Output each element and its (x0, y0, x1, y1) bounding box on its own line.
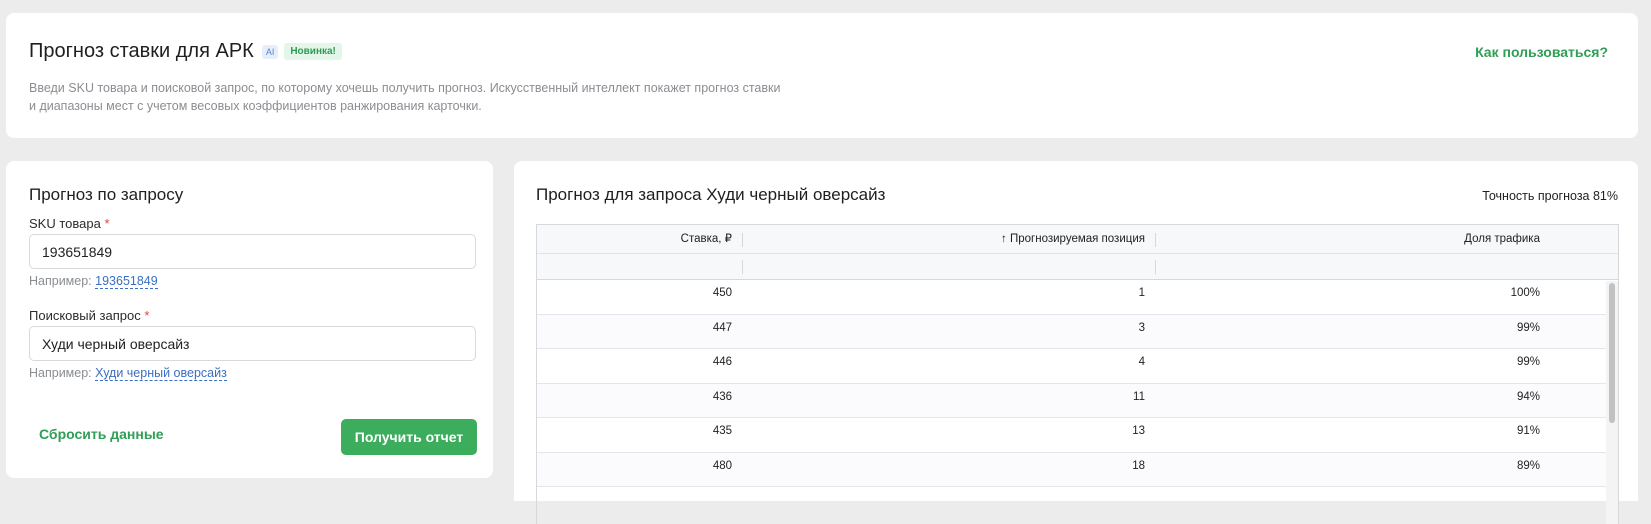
cell-position: 4 (1138, 356, 1145, 368)
table-row: 447 3 99% (537, 314, 1618, 349)
cell-traffic: 91% (1516, 425, 1540, 437)
cell-traffic: 94% (1516, 390, 1540, 403)
cell-bid: 446 (712, 356, 732, 368)
query-example-prefix: Например: (29, 366, 92, 380)
sku-example-link[interactable]: 193651849 (95, 274, 158, 289)
filter-separator (742, 260, 743, 274)
required-mark: * (144, 308, 150, 323)
cell-bid: 480 (712, 459, 732, 472)
query-label-text: Поисковый запрос (29, 308, 141, 323)
forecast-form-card: Прогноз по запросу SKU товара * Например… (6, 161, 493, 478)
help-link[interactable]: Как пользоваться? (1475, 44, 1608, 60)
cell-position: 18 (1132, 459, 1145, 472)
cell-traffic: 99% (1516, 321, 1540, 334)
page-title: Прогноз ставки для АРК (29, 40, 254, 62)
cell-position: 3 (1138, 321, 1145, 334)
sku-example: Например: 193651849 (29, 274, 158, 289)
table-row: 450 1 100% (537, 280, 1618, 315)
cell-traffic: 100% (1510, 287, 1540, 299)
table-row: 436 11 94% (537, 383, 1618, 418)
cell-bid: 436 (712, 390, 732, 403)
header-description: Введи SKU товара и поисковой запрос, по … (29, 81, 781, 113)
form-title: Прогноз по запросу (29, 185, 184, 204)
sku-example-prefix: Например: (29, 274, 92, 288)
table-header: Ставка, ₽ ↑ Прогнозируемая позиция Доля … (537, 225, 1618, 254)
header-card: Прогноз ставки для АРК AI Новинка! Как п… (6, 13, 1638, 138)
forecast-accuracy: Точность прогноза 81% (1482, 189, 1618, 203)
table-row: 435 13 91% (537, 418, 1618, 453)
cell-bid: 435 (712, 425, 732, 437)
column-header-bid[interactable]: Ставка, ₽ (537, 225, 742, 254)
column-header-position-label: Прогнозируемая позиция (1009, 233, 1145, 245)
sku-label-text: SKU товара (29, 216, 101, 231)
table-row: 446 4 99% (537, 349, 1618, 384)
header-title-row: Прогноз ставки для АРК AI Новинка! (29, 40, 342, 63)
filter-separator (1155, 260, 1156, 274)
sku-label: SKU товара * (29, 216, 110, 231)
table-scrollbar[interactable] (1606, 281, 1618, 524)
query-example-link[interactable]: Худи черный оверсайз (95, 366, 227, 381)
results-card: Прогноз для запроса Худи черный оверсайз… (514, 161, 1638, 524)
query-label: Поисковый запрос * (29, 308, 149, 323)
table-row: 480 18 89% (537, 452, 1618, 487)
cell-bid: 450 (712, 287, 732, 299)
sort-asc-icon: ↑ (1001, 233, 1007, 245)
query-input[interactable] (29, 326, 476, 361)
sku-input[interactable] (29, 234, 476, 269)
column-header-traffic[interactable]: Доля трафика (1155, 225, 1550, 254)
column-header-position[interactable]: ↑ Прогнозируемая позиция (742, 225, 1155, 254)
required-mark: * (104, 216, 110, 231)
results-title: Прогноз для запроса Худи черный оверсайз (536, 185, 886, 204)
get-report-button[interactable]: Получить отчет (341, 419, 477, 455)
forecast-table: Ставка, ₽ ↑ Прогнозируемая позиция Доля … (536, 224, 1619, 524)
query-example: Например: Худи черный оверсайз (29, 366, 227, 381)
cell-traffic: 99% (1516, 356, 1540, 368)
new-badge: Новинка! (284, 43, 342, 60)
cell-position: 13 (1132, 425, 1145, 437)
scrollbar-thumb[interactable] (1609, 283, 1615, 423)
reset-button[interactable]: Сбросить данные (39, 426, 164, 442)
cell-position: 11 (1133, 390, 1145, 403)
ai-badge: AI (261, 44, 279, 59)
table-filter-row (537, 254, 1618, 280)
cell-bid: 447 (712, 321, 732, 334)
cell-position: 1 (1138, 287, 1145, 299)
cell-traffic: 89% (1516, 459, 1540, 472)
